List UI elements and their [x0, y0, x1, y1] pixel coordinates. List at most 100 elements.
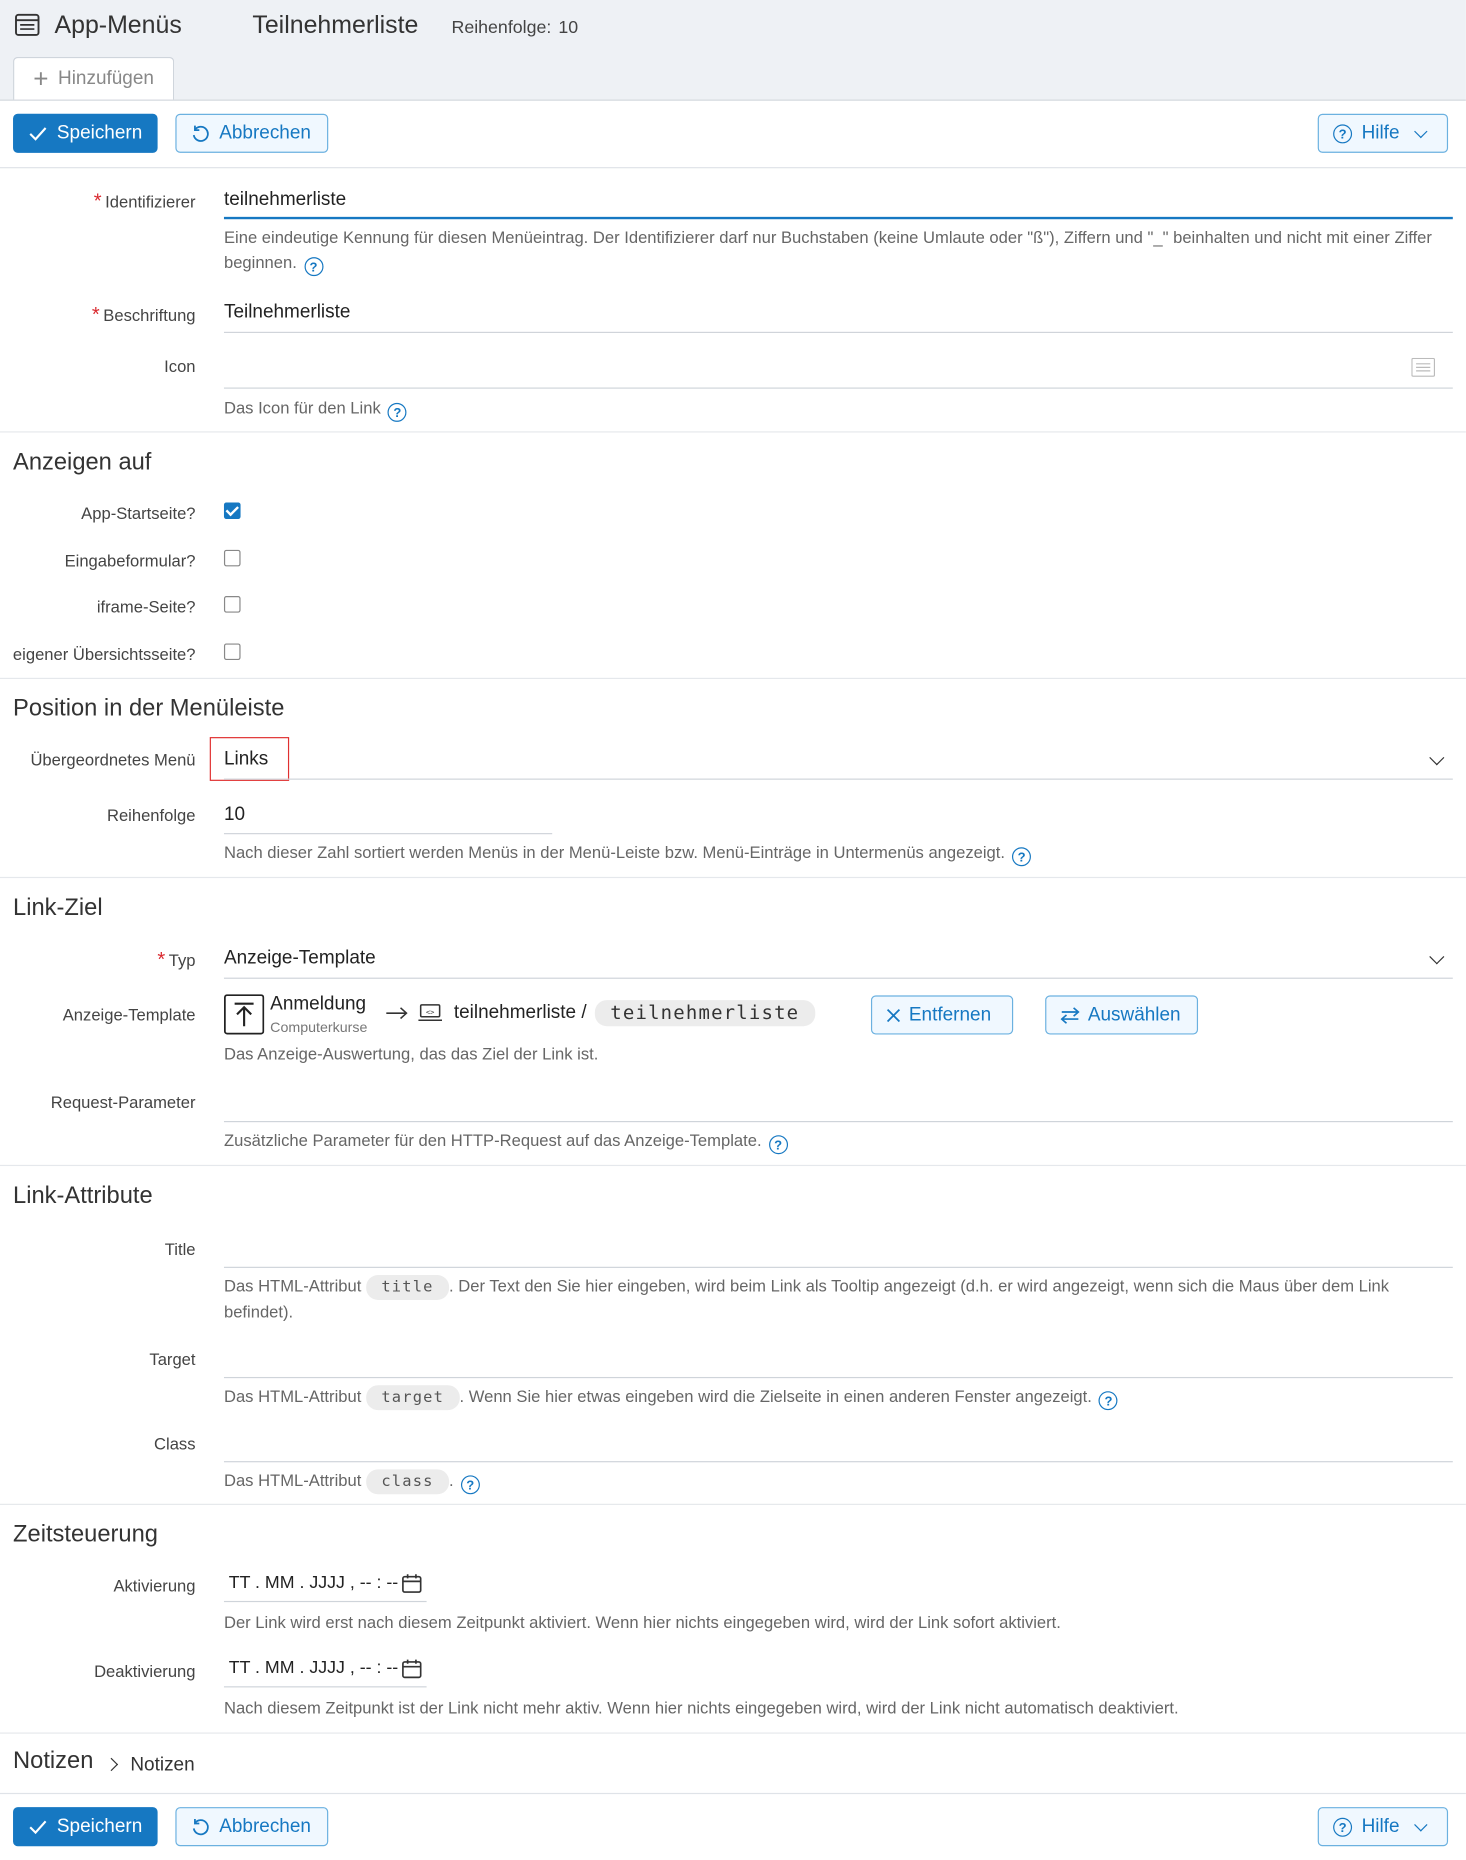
type-label-text: Typ — [168, 950, 196, 970]
show-on-item-1-label: Eingabeformular? — [64, 551, 196, 570]
help-label: Hilfe — [1361, 122, 1400, 143]
info-icon[interactable]: ? — [1098, 1391, 1118, 1411]
show-on-item-0-label: App-Startseite? — [81, 503, 196, 523]
template-identifier: teilnehmerliste — [594, 1000, 815, 1027]
target-attr-label: Target — [149, 1349, 196, 1369]
deactivation-value: TT . MM . JJJJ , -- : -- — [228, 1657, 399, 1678]
icon-row: Icon Das Icon für den Link? — [0, 342, 1466, 433]
cancel-button[interactable]: Abbrechen — [175, 1807, 329, 1847]
bottom-toolbar: Speichern Abbrechen ? Hilfe — [0, 1792, 1466, 1860]
overview-page-checkbox[interactable] — [223, 643, 241, 661]
params-help-text: Zusätzliche Parameter für den HTTP-Reque… — [223, 1130, 762, 1150]
select-button[interactable]: Auswählen — [1045, 995, 1199, 1035]
link-target-title: Link-Ziel — [13, 894, 103, 921]
order-input[interactable]: 10 — [224, 805, 552, 826]
remove-button[interactable]: Entfernen — [870, 995, 1014, 1035]
timing-section: Zeitsteuerung Aktivierung TT . MM . JJJJ… — [0, 1505, 1466, 1734]
class-attr-help: Das HTML-Attribut class.? — [224, 1468, 1442, 1495]
help-button[interactable]: ? Hilfe — [1317, 113, 1449, 153]
svg-text:<>: <> — [426, 1007, 435, 1016]
app-startpage-checkbox[interactable] — [223, 502, 241, 520]
identifier-help: Eine eindeutige Kennung für diesen Menüe… — [223, 225, 1442, 277]
deactivation-help: Nach diesem Zeitpunkt ist der Link nicht… — [223, 1698, 1179, 1718]
code-target: target — [365, 1385, 460, 1411]
required-marker: * — [91, 303, 100, 326]
app-root: App-Menüs Teilnehmerliste Reihenfolge: 10… — [0, 0, 1466, 1860]
type-select[interactable]: Anzeige-Template — [224, 948, 1453, 969]
input-form-checkbox[interactable] — [223, 549, 241, 567]
order-help-text: Nach dieser Zahl sortiert werden Menüs i… — [223, 842, 1006, 862]
target-attr-help: Das HTML-Attribut target. Wenn Sie hier … — [224, 1384, 1442, 1411]
activation-underline — [223, 1600, 427, 1603]
link-attrs-title: Link-Attribute — [13, 1182, 153, 1209]
info-icon[interactable]: ? — [387, 402, 407, 422]
template-name: teilnehmerliste / — [453, 1002, 587, 1023]
undo-icon — [192, 125, 209, 142]
identifier-row: * Identifizierer teilnehmerliste Eine ein… — [0, 168, 1466, 287]
chevron-right-icon[interactable] — [104, 1757, 119, 1772]
required-marker: * — [93, 189, 102, 213]
title-attr-label: Title — [164, 1239, 196, 1259]
save-button[interactable]: Speichern — [13, 113, 158, 153]
add-tab[interactable]: + Hinzufügen — [13, 56, 175, 100]
arrow-right-icon — [386, 1007, 408, 1020]
identifier-help-text: Eine eindeutige Kennung für diesen Menüe… — [223, 227, 1432, 272]
identifier-label: * Identifizierer — [0, 190, 196, 214]
help-button[interactable]: ? Hilfe — [1317, 1807, 1449, 1847]
calendar-icon[interactable] — [402, 1574, 422, 1594]
notes-section: Notizen Notizen — [0, 1734, 1466, 1793]
parent-menu-value: Links — [223, 748, 269, 770]
activation-value: TT . MM . JJJJ , -- : -- — [228, 1572, 399, 1593]
show-on-title: Anzeigen auf — [13, 449, 152, 476]
info-icon[interactable]: ? — [768, 1135, 788, 1155]
info-icon[interactable]: ? — [1012, 847, 1032, 867]
help-label: Hilfe — [1361, 1816, 1400, 1837]
params-help: Zusätzliche Parameter für den HTTP-Reque… — [223, 1128, 1442, 1155]
close-icon — [886, 1008, 901, 1022]
chevron-down-icon — [1414, 124, 1428, 138]
record-title: Teilnehmerliste — [252, 11, 419, 40]
notes-link[interactable]: Notizen — [130, 1755, 194, 1776]
plus-icon: + — [33, 63, 49, 94]
identifier-input[interactable]: teilnehmerliste — [224, 190, 1453, 211]
app-name: Anmeldung — [270, 994, 367, 1015]
code-title: title — [365, 1275, 450, 1300]
info-icon[interactable]: ? — [303, 257, 323, 277]
icon-label: Icon — [164, 356, 196, 376]
icon-help-text: Das Icon für den Link — [223, 398, 381, 418]
link-target-section: Link-Ziel * Typ Anzeige-Template Anzeige-… — [0, 878, 1466, 1167]
upload-app-icon — [223, 994, 265, 1035]
activation-input[interactable]: TT . MM . JJJJ , -- : -- — [223, 1567, 427, 1603]
check-icon — [29, 1820, 47, 1834]
remove-label: Entfernen — [908, 1004, 992, 1025]
save-label: Speichern — [56, 122, 143, 143]
info-icon[interactable]: ? — [460, 1475, 480, 1495]
save-button[interactable]: Speichern — [13, 1807, 158, 1847]
target-attr-underline — [223, 1376, 1453, 1379]
template-help: Das Anzeige-Auswertung, das das Ziel der… — [223, 1043, 599, 1063]
order-underline — [223, 833, 553, 835]
caption-input[interactable]: Teilnehmerliste — [224, 302, 1453, 323]
calendar-icon[interactable] — [402, 1659, 422, 1679]
help-suffix: . Wenn Sie hier etwas eingeben wird die … — [459, 1386, 1092, 1406]
activation-help: Der Link wird erst nach diesem Zeitpunkt… — [223, 1612, 1061, 1632]
check-icon — [29, 126, 47, 141]
swap-icon — [1060, 1006, 1080, 1024]
order-indicator: Reihenfolge: 10 — [451, 18, 578, 38]
identifier-underline — [223, 216, 1453, 220]
icon-picker-icon[interactable] — [1411, 357, 1436, 377]
deactivation-input[interactable]: TT . MM . JJJJ , -- : -- — [223, 1652, 427, 1688]
show-on-item-3-label: eigener Übersichtsseite? — [12, 644, 196, 664]
template-label: Anzeige-Template — [62, 1004, 196, 1024]
order-value: 10 — [558, 17, 579, 38]
select-label: Auswählen — [1087, 1004, 1181, 1025]
order-label: Reihenfolge: — [451, 17, 552, 38]
cancel-button[interactable]: Abbrechen — [175, 113, 329, 153]
caption-label-text: Beschriftung — [103, 305, 196, 325]
undo-icon — [192, 1818, 209, 1835]
chevron-down-icon — [1414, 1817, 1428, 1832]
cancel-label: Abbrechen — [219, 1816, 311, 1837]
menu-list-icon — [15, 13, 40, 36]
iframe-page-checkbox[interactable] — [223, 596, 241, 613]
add-tab-label: Hinzufügen — [58, 68, 154, 89]
